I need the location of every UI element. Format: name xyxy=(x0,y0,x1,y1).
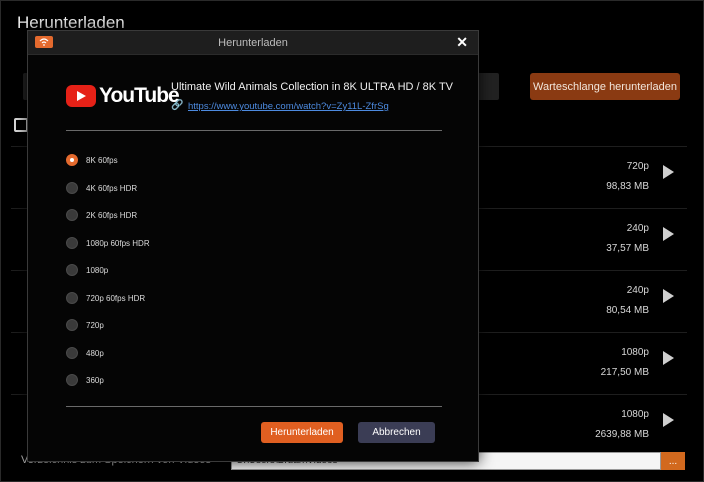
item-resolution: 240p xyxy=(626,223,649,234)
youtube-play-icon xyxy=(66,85,96,107)
play-icon[interactable] xyxy=(663,351,674,365)
cancel-button[interactable]: Abbrechen xyxy=(358,422,435,443)
quality-option-label: 8K 60fps xyxy=(86,155,118,165)
play-icon[interactable] xyxy=(663,289,674,303)
radio[interactable] xyxy=(66,347,78,359)
item-resolution: 1080p xyxy=(621,409,649,420)
youtube-logo: YouTube xyxy=(66,84,180,108)
quality-option-label: 720p xyxy=(86,320,104,330)
radio[interactable] xyxy=(66,209,78,221)
radio[interactable] xyxy=(66,292,78,304)
browse-button[interactable]: ... xyxy=(661,452,685,470)
radio[interactable] xyxy=(66,264,78,276)
play-icon[interactable] xyxy=(663,413,674,427)
divider xyxy=(66,130,442,131)
quality-option-label: 720p 60fps HDR xyxy=(86,293,146,303)
quality-option[interactable]: 4K 60fps HDR xyxy=(66,181,137,195)
dialog-header: Herunterladen ✕ xyxy=(28,31,478,55)
radio[interactable] xyxy=(66,319,78,331)
play-icon[interactable] xyxy=(663,165,674,179)
close-icon[interactable]: ✕ xyxy=(456,34,468,51)
quality-option-label: 360p xyxy=(86,375,104,385)
video-url-link[interactable]: https://www.youtube.com/watch?v=Zy11L-Zf… xyxy=(188,101,389,112)
quality-option[interactable]: 720p 60fps HDR xyxy=(66,291,145,305)
quality-option[interactable]: 2K 60fps HDR xyxy=(66,208,137,222)
radio[interactable] xyxy=(66,237,78,249)
quality-option[interactable]: 720p xyxy=(66,318,104,332)
select-all-checkbox[interactable] xyxy=(14,118,28,132)
radio-selected[interactable] xyxy=(66,154,78,166)
quality-option-label: 4K 60fps HDR xyxy=(86,183,138,193)
radio[interactable] xyxy=(66,182,78,194)
quality-option[interactable]: 360p xyxy=(66,373,104,387)
item-size: 217,50 MB xyxy=(600,367,649,378)
play-icon[interactable] xyxy=(663,227,674,241)
download-queue-button[interactable]: Warteschlange herunterladen xyxy=(530,73,680,100)
item-size: 80,54 MB xyxy=(606,305,649,316)
download-button[interactable]: Herunterladen xyxy=(261,422,343,443)
radio[interactable] xyxy=(66,374,78,386)
divider xyxy=(66,406,442,407)
link-icon: 🔗 xyxy=(171,100,184,111)
video-title: Ultimate Wild Animals Collection in 8K U… xyxy=(171,81,454,93)
quality-option[interactable]: 1080p 60fps HDR xyxy=(66,236,150,250)
quality-option-label: 1080p xyxy=(86,265,109,275)
quality-option-label: 480p xyxy=(86,348,104,358)
item-size: 2639,88 MB xyxy=(595,429,649,440)
quality-option[interactable]: 1080p xyxy=(66,263,108,277)
youtube-wordmark: YouTube xyxy=(99,84,180,107)
quality-option-label: 2K 60fps HDR xyxy=(86,210,138,220)
item-resolution: 720p xyxy=(626,161,649,172)
item-size: 37,57 MB xyxy=(606,243,649,254)
item-size: 98,83 MB xyxy=(606,181,649,192)
quality-option-label: 1080p 60fps HDR xyxy=(86,238,150,248)
item-resolution: 1080p xyxy=(621,347,649,358)
dialog-title: Herunterladen xyxy=(218,37,288,49)
quality-option[interactable]: 8K 60fps xyxy=(66,153,118,167)
quality-option[interactable]: 480p xyxy=(66,346,104,360)
item-resolution: 240p xyxy=(626,285,649,296)
download-dialog: Herunterladen ✕ YouTube Ultimate Wild An… xyxy=(27,30,479,462)
